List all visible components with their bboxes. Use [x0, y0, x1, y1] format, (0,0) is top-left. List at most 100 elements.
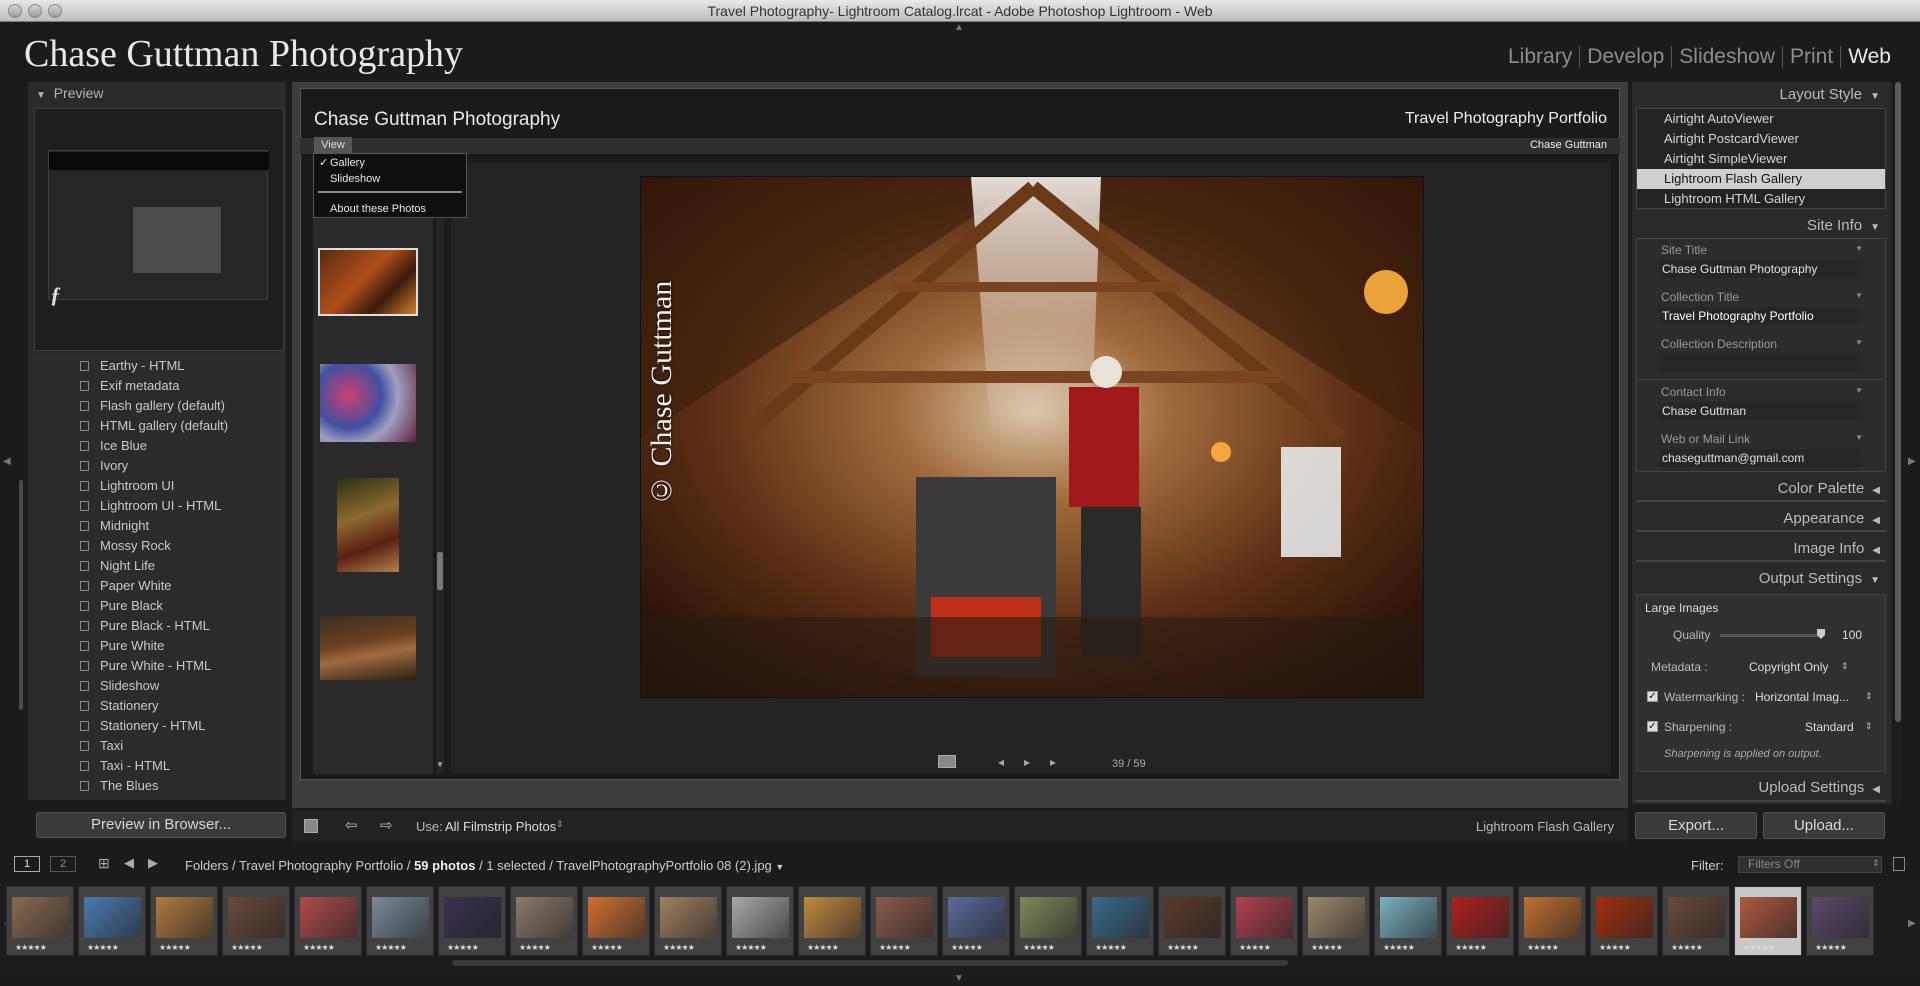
site-info-header[interactable]: Site Info ▼: [1807, 217, 1880, 234]
filter-dropdown[interactable]: Filters Off: [1738, 856, 1882, 873]
star-rating[interactable]: ★★★★★: [1743, 943, 1775, 952]
layout-option[interactable]: Lightroom HTML Gallery: [1637, 189, 1885, 209]
star-rating[interactable]: ★★★★★: [1671, 943, 1703, 952]
right-panel-scrollbar[interactable]: [1895, 82, 1901, 804]
template-item[interactable]: Exif metadata: [30, 376, 285, 396]
filmstrip-thumbnail[interactable]: ★★★★★: [798, 886, 866, 956]
star-rating[interactable]: ★★★★★: [1383, 943, 1415, 952]
filmstrip-thumbnail[interactable]: ★★★★★: [366, 886, 434, 956]
star-rating[interactable]: ★★★★★: [663, 943, 695, 952]
template-item[interactable]: Taxi: [30, 736, 285, 756]
filmstrip-thumbnail[interactable]: ★★★★★: [1302, 886, 1370, 956]
gallery-view-menu[interactable]: View: [314, 137, 352, 153]
filmstrip-thumbnail[interactable]: ★★★★★: [78, 886, 146, 956]
star-rating[interactable]: ★★★★★: [375, 943, 407, 952]
star-rating[interactable]: ★★★★★: [1239, 943, 1271, 952]
filmstrip-thumbnail[interactable]: ★★★★★: [1374, 886, 1442, 956]
star-rating[interactable]: ★★★★★: [159, 943, 191, 952]
star-rating[interactable]: ★★★★★: [735, 943, 767, 952]
layout-style-header[interactable]: Layout Style ▼: [1780, 86, 1880, 103]
chevron-down-icon[interactable]: ▼: [1855, 291, 1863, 300]
contact-info-field[interactable]: Chase Guttman: [1659, 402, 1861, 420]
forward-arrow-icon[interactable]: ▶: [148, 855, 158, 871]
chevron-down-icon[interactable]: ▼: [1855, 338, 1863, 347]
gallery-thumbnail[interactable]: [320, 364, 416, 442]
star-rating[interactable]: ★★★★★: [15, 943, 47, 952]
star-rating[interactable]: ★★★★★: [1023, 943, 1055, 952]
star-rating[interactable]: ★★★★★: [1599, 943, 1631, 952]
appearance-title[interactable]: Appearance ◀: [1783, 510, 1880, 527]
template-item[interactable]: The Blues: [30, 776, 285, 796]
filmstrip-thumbnail[interactable]: ★★★★★: [6, 886, 74, 956]
module-develop[interactable]: Develop: [1579, 46, 1671, 68]
gallery-thumbnail[interactable]: [318, 248, 418, 316]
star-rating[interactable]: ★★★★★: [591, 943, 623, 952]
filmstrip-thumbnail[interactable]: ★★★★★: [1734, 886, 1802, 956]
image-info-title[interactable]: Image Info ◀: [1793, 540, 1880, 557]
watermarking-checkbox[interactable]: ✓: [1647, 691, 1658, 702]
module-library[interactable]: Library: [1501, 46, 1579, 68]
star-rating[interactable]: ★★★★★: [1095, 943, 1127, 952]
sharpening-checkbox[interactable]: ✓: [1647, 721, 1658, 732]
star-rating[interactable]: ★★★★★: [1167, 943, 1199, 952]
template-item[interactable]: Mossy Rock: [30, 536, 285, 556]
zoom-window-button[interactable]: [48, 4, 62, 18]
filmstrip-thumbnail[interactable]: ★★★★★: [1230, 886, 1298, 956]
template-item[interactable]: Lightroom UI: [30, 476, 285, 496]
collection-description-field[interactable]: [1659, 354, 1861, 372]
template-item[interactable]: Stationery - HTML: [30, 716, 285, 736]
site-title-field[interactable]: Chase Guttman Photography: [1659, 260, 1861, 278]
layout-option[interactable]: Airtight AutoViewer: [1637, 109, 1885, 129]
filmstrip-thumbnail[interactable]: ★★★★★: [1590, 886, 1658, 956]
filmstrip-thumbnail[interactable]: ★★★★★: [222, 886, 290, 956]
layout-option-selected[interactable]: Lightroom Flash Gallery: [1637, 169, 1885, 189]
preview-in-browser-button[interactable]: Preview in Browser...: [36, 812, 286, 838]
left-panel-scrollbar[interactable]: [19, 480, 23, 710]
template-item[interactable]: Earthy - HTML: [30, 356, 285, 376]
template-item[interactable]: Pure Black - HTML: [30, 616, 285, 636]
template-item[interactable]: HTML gallery (default): [30, 416, 285, 436]
star-rating[interactable]: ★★★★★: [807, 943, 839, 952]
top-panel-toggle-icon[interactable]: ▲: [954, 22, 964, 33]
star-rating[interactable]: ★★★★★: [303, 943, 335, 952]
color-palette-title[interactable]: Color Palette ◀: [1778, 480, 1880, 497]
next-arrow-icon[interactable]: ⇨: [380, 816, 393, 834]
template-item[interactable]: Pure White - HTML: [30, 656, 285, 676]
star-rating[interactable]: ★★★★★: [1311, 943, 1343, 952]
star-rating[interactable]: ★★★★★: [519, 943, 551, 952]
template-item[interactable]: Slideshow: [30, 676, 285, 696]
star-rating[interactable]: ★★★★★: [1455, 943, 1487, 952]
filmstrip-thumbnail[interactable]: ★★★★★: [1014, 886, 1082, 956]
filmstrip-thumbnail[interactable]: ★★★★★: [1158, 886, 1226, 956]
template-item[interactable]: Lightroom UI - HTML: [30, 496, 285, 516]
source-path[interactable]: Folders / Travel Photography Portfolio /…: [185, 858, 784, 873]
export-button[interactable]: Export...: [1635, 812, 1757, 839]
template-item[interactable]: Taxi - HTML: [30, 756, 285, 776]
scrollbar-thumb[interactable]: [437, 552, 443, 590]
filmstrip-thumbnail[interactable]: ★★★★★: [1446, 886, 1514, 956]
filmstrip-scroll-right-icon[interactable]: ▶: [1908, 918, 1916, 929]
next-image-icon[interactable]: ▸: [1050, 755, 1056, 769]
filmstrip-thumbnail[interactable]: ★★★★★: [1518, 886, 1586, 956]
star-rating[interactable]: ★★★★★: [87, 943, 119, 952]
left-panel-toggle-icon[interactable]: ◀: [3, 456, 11, 467]
gallery-thumbnail[interactable]: [320, 616, 416, 680]
fullscreen-icon[interactable]: [938, 755, 956, 768]
minimize-window-button[interactable]: [28, 4, 42, 18]
star-rating[interactable]: ★★★★★: [231, 943, 263, 952]
quality-value[interactable]: 100: [1842, 628, 1862, 642]
grid-icon[interactable]: ⊞: [98, 855, 110, 872]
sharpening-dropdown[interactable]: Standard: [1805, 720, 1854, 734]
main-window-button[interactable]: 1: [14, 856, 40, 872]
star-rating[interactable]: ★★★★★: [951, 943, 983, 952]
layout-option[interactable]: Airtight PostcardViewer: [1637, 129, 1885, 149]
preview-panel-header[interactable]: ▼ Preview: [28, 82, 286, 104]
template-item[interactable]: Ice Blue: [30, 436, 285, 456]
template-item[interactable]: Midnight: [30, 516, 285, 536]
module-print[interactable]: Print: [1782, 46, 1840, 68]
use-dropdown[interactable]: All Filmstrip Photos: [445, 819, 556, 834]
template-item[interactable]: Pure Black: [30, 596, 285, 616]
filmstrip-thumbnail[interactable]: ★★★★★: [1806, 886, 1874, 956]
filmstrip-thumbnail[interactable]: ★★★★★: [1086, 886, 1154, 956]
play-icon[interactable]: ▸: [1024, 755, 1030, 769]
